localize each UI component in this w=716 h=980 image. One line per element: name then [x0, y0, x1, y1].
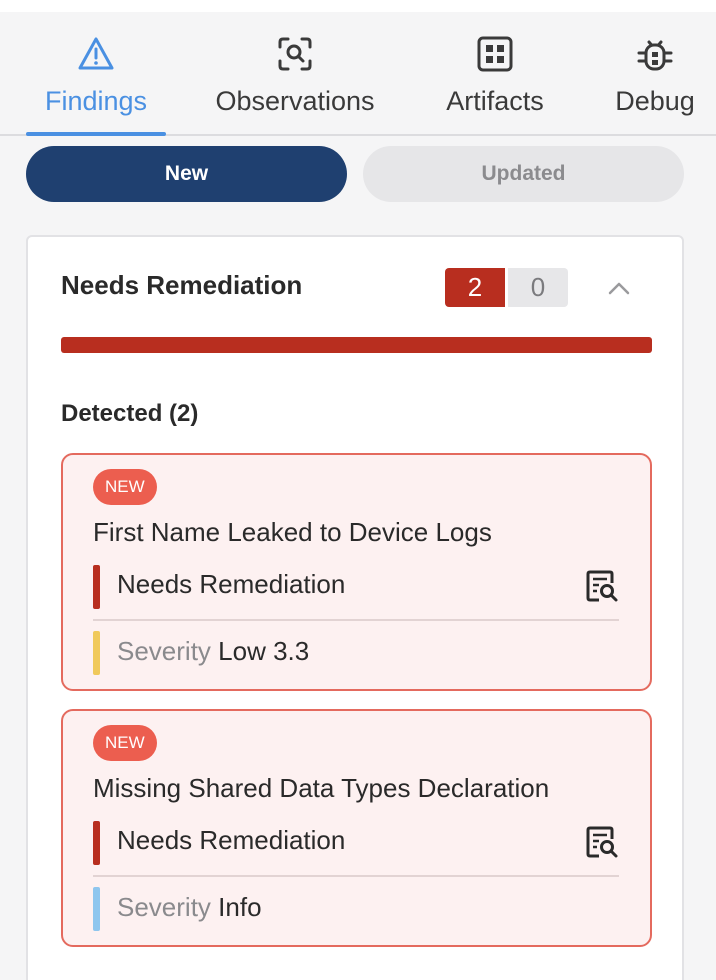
- section-title: Needs Remediation: [61, 270, 303, 300]
- status-indicator: [93, 565, 100, 609]
- tab-label: Artifacts: [446, 86, 544, 116]
- severity-label: Severity: [117, 892, 211, 922]
- finding-status: Needs Remediation: [117, 569, 346, 599]
- tab-observations[interactable]: Observations: [200, 12, 390, 134]
- severity-indicator: [93, 887, 100, 931]
- tab-findings[interactable]: Findings: [26, 12, 166, 136]
- status-indicator: [93, 821, 100, 865]
- tab-label: Observations: [215, 86, 375, 116]
- finding-card[interactable]: NEW Missing Shared Data Types Declaratio…: [61, 709, 652, 947]
- grid-icon: [475, 34, 515, 74]
- collapse-button[interactable]: [604, 273, 634, 303]
- new-badge: NEW: [93, 725, 157, 761]
- finding-status: Needs Remediation: [117, 825, 346, 855]
- severity-row: Severity Info: [117, 892, 262, 923]
- remediation-progress-bar: [61, 337, 652, 353]
- top-strip: [0, 0, 716, 12]
- severity-label: Severity: [117, 636, 211, 666]
- divider: [93, 875, 619, 877]
- tab-artifacts[interactable]: Artifacts: [430, 12, 560, 134]
- open-count-badge: 2: [445, 268, 505, 307]
- tab-bar: Findings Observations Artifacts Debug: [0, 12, 716, 136]
- report-search-icon[interactable]: [585, 569, 619, 603]
- severity-indicator: [93, 631, 100, 675]
- finding-title: Missing Shared Data Types Declaration: [93, 773, 550, 803]
- tab-label: Findings: [44, 86, 148, 116]
- detected-heading: Detected (2): [61, 400, 199, 427]
- tab-debug[interactable]: Debug: [600, 12, 710, 134]
- severity-value: Info: [218, 892, 262, 922]
- new-toggle-button[interactable]: New: [26, 146, 347, 202]
- resolved-count-badge: 0: [508, 268, 568, 307]
- needs-remediation-card: Needs Remediation 2 0 Detected (2) NEW F…: [26, 235, 684, 980]
- bug-icon: [635, 34, 675, 74]
- finding-title: First Name Leaked to Device Logs: [93, 517, 492, 547]
- updated-toggle-button[interactable]: Updated: [363, 146, 684, 202]
- finding-card[interactable]: NEW First Name Leaked to Device Logs Nee…: [61, 453, 652, 691]
- divider: [93, 619, 619, 621]
- chevron-up-icon: [608, 282, 630, 295]
- severity-value: Low 3.3: [218, 636, 310, 666]
- search-frame-icon: [275, 34, 315, 74]
- report-search-icon[interactable]: [585, 825, 619, 859]
- tab-label: Debug: [615, 86, 695, 116]
- warning-triangle-icon: [76, 34, 116, 74]
- new-badge: NEW: [93, 469, 157, 505]
- severity-row: Severity Low 3.3: [117, 636, 309, 667]
